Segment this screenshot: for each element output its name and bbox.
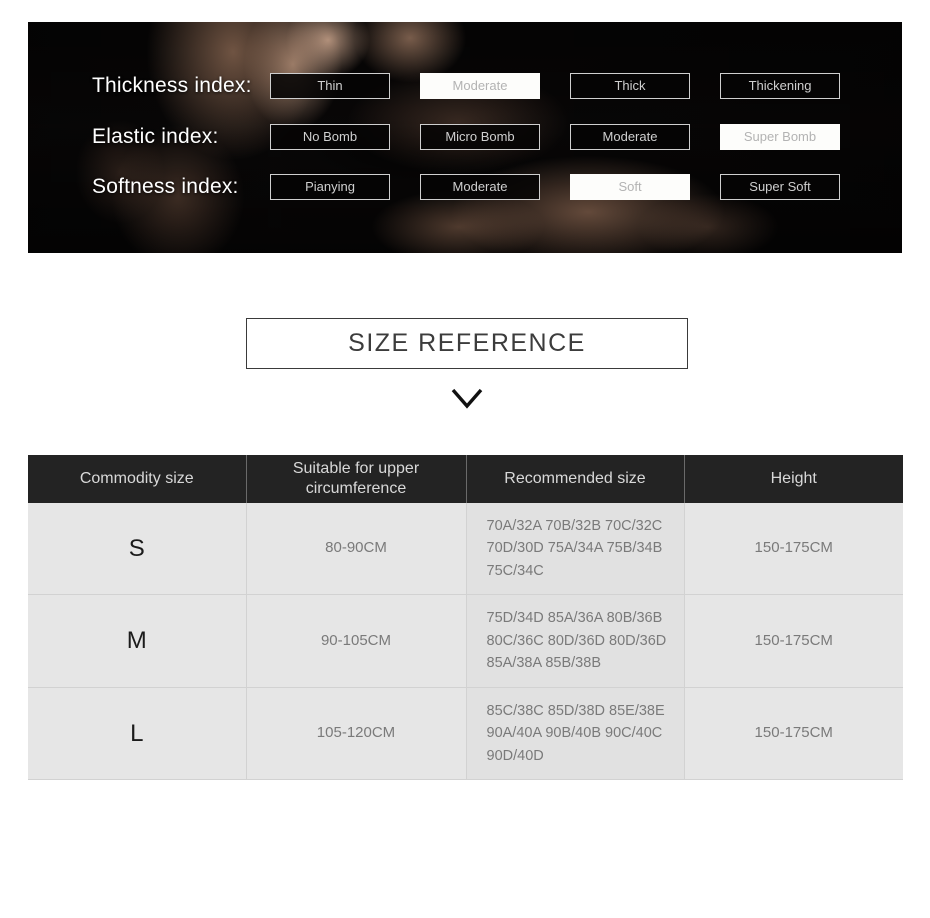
cell-recommended-size: 85C/38C 85D/38D 85E/38E 90A/40A 90B/40B … [466,687,685,781]
column-header-recommended-size: Recommended size [466,455,685,503]
thickness-index-label: Thickness index: [92,74,252,97]
elastic-option-micro-bomb[interactable]: Micro Bomb [420,124,540,150]
size-reference-heading-box: SIZE REFERENCE [246,318,688,369]
softness-option-soft[interactable]: Soft [570,174,690,200]
thickness-option-thickening[interactable]: Thickening [720,73,840,99]
column-header-upper-circumference: Suitable for upper circumference [246,455,467,503]
chevron-down-icon [449,386,485,412]
elastic-option-super-bomb[interactable]: Super Bomb [720,124,840,150]
size-reference-table: Commodity size Suitable for upper circum… [28,455,903,781]
table-row: M 90-105CM 75D/34D 85A/36A 80B/36B 80C/3… [28,594,903,688]
cell-height: 150-175CM [684,503,903,596]
elastic-index-label: Elastic index: [92,125,219,148]
index-row-softness: Softness index: Pianying Moderate Soft S… [28,174,902,200]
cell-upper-circumference: 80-90CM [246,503,467,596]
thickness-option-thin[interactable]: Thin [270,73,390,99]
table-header-row: Commodity size Suitable for upper circum… [28,455,903,503]
cell-recommended-size: 70A/32A 70B/32B 70C/32C 70D/30D 75A/34A … [466,503,685,596]
elastic-option-moderate[interactable]: Moderate [570,124,690,150]
cell-commodity-size: M [28,594,247,688]
cell-upper-circumference: 105-120CM [246,687,467,781]
softness-option-pianying[interactable]: Pianying [270,174,390,200]
softness-index-label: Softness index: [92,175,239,198]
size-reference-title: SIZE REFERENCE [348,329,586,357]
cell-recommended-size: 75D/34D 85A/36A 80B/36B 80C/36C 80D/36D … [466,594,685,688]
index-row-elastic: Elastic index: No Bomb Micro Bomb Modera… [28,124,902,150]
cell-commodity-size: S [28,503,247,596]
cell-upper-circumference: 90-105CM [246,594,467,688]
cell-height: 150-175CM [684,594,903,688]
column-header-height: Height [684,455,903,503]
column-header-commodity-size: Commodity size [28,455,247,503]
index-rows: Thickness index: Thin Moderate Thick Thi… [28,22,902,253]
elastic-option-no-bomb[interactable]: No Bomb [270,124,390,150]
product-index-banner: Thickness index: Thin Moderate Thick Thi… [28,22,902,253]
cell-height: 150-175CM [684,687,903,781]
table-row: L 105-120CM 85C/38C 85D/38D 85E/38E 90A/… [28,687,903,781]
index-row-thickness: Thickness index: Thin Moderate Thick Thi… [28,73,902,99]
softness-option-super-soft[interactable]: Super Soft [720,174,840,200]
thickness-option-moderate[interactable]: Moderate [420,73,540,99]
table-row: S 80-90CM 70A/32A 70B/32B 70C/32C 70D/30… [28,503,903,596]
softness-option-moderate[interactable]: Moderate [420,174,540,200]
thickness-option-thick[interactable]: Thick [570,73,690,99]
cell-commodity-size: L [28,687,247,781]
